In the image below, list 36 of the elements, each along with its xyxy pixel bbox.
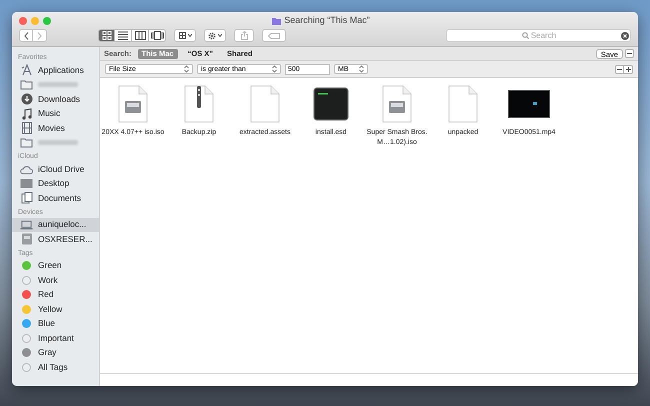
sidebar-item[interactable]: Music bbox=[12, 106, 99, 121]
sidebar-label: auniqueloc... bbox=[38, 218, 86, 232]
sidebar-item[interactable]: Important bbox=[12, 331, 99, 346]
sidebar-label: All Tags bbox=[38, 360, 68, 374]
sidebar-item[interactable]: Green bbox=[12, 258, 99, 273]
sidebar-label: Yellow bbox=[38, 302, 62, 316]
sidebar-item[interactable]: Yellow bbox=[12, 302, 99, 316]
sidebar-item[interactable]: Applications bbox=[12, 63, 99, 78]
sidebar-item[interactable]: Desktop bbox=[12, 176, 99, 191]
sidebar-item[interactable]: Documents bbox=[12, 191, 99, 206]
sidebar-label: Green bbox=[38, 259, 62, 272]
sidebar-item[interactable]: iCloud Drive bbox=[12, 162, 99, 176]
sidebar-label: Gray bbox=[38, 346, 56, 360]
window-title: Searching “This Mac” bbox=[284, 16, 370, 25]
sidebar-item[interactable]: Gray bbox=[12, 346, 99, 360]
sidebar-label: Desktop bbox=[38, 177, 70, 190]
sidebar-item[interactable]: OSXRESER... bbox=[12, 232, 99, 246]
sidebar-label: Red bbox=[38, 288, 54, 302]
sidebar-item[interactable]: Movies bbox=[12, 121, 99, 136]
sidebar-label: Movies bbox=[38, 122, 65, 135]
sidebar-item[interactable]: Work bbox=[12, 273, 99, 288]
sidebar-label: OSXRESER... bbox=[38, 232, 92, 246]
sidebar-item[interactable]: Blue bbox=[12, 316, 99, 331]
sidebar-label: Important bbox=[38, 332, 74, 345]
sidebar-item[interactable]: auniqueloc... bbox=[12, 218, 99, 232]
sidebar-item[interactable]: Red bbox=[12, 288, 99, 302]
sidebar-label: iCloud Drive bbox=[38, 162, 84, 176]
sidebar-label: Music bbox=[38, 107, 60, 120]
sidebar-label: Downloads bbox=[38, 92, 80, 106]
sidebar-item[interactable]: Downloads bbox=[12, 92, 99, 106]
sidebar-item[interactable]: All Tags bbox=[12, 360, 99, 374]
sidebar-label: Work bbox=[38, 274, 58, 287]
sidebar-label: Documents bbox=[38, 192, 81, 205]
sidebar-label: Blue bbox=[38, 317, 56, 330]
search-field[interactable]: Search bbox=[446, 29, 631, 42]
sidebar-label: Applications bbox=[38, 64, 84, 77]
